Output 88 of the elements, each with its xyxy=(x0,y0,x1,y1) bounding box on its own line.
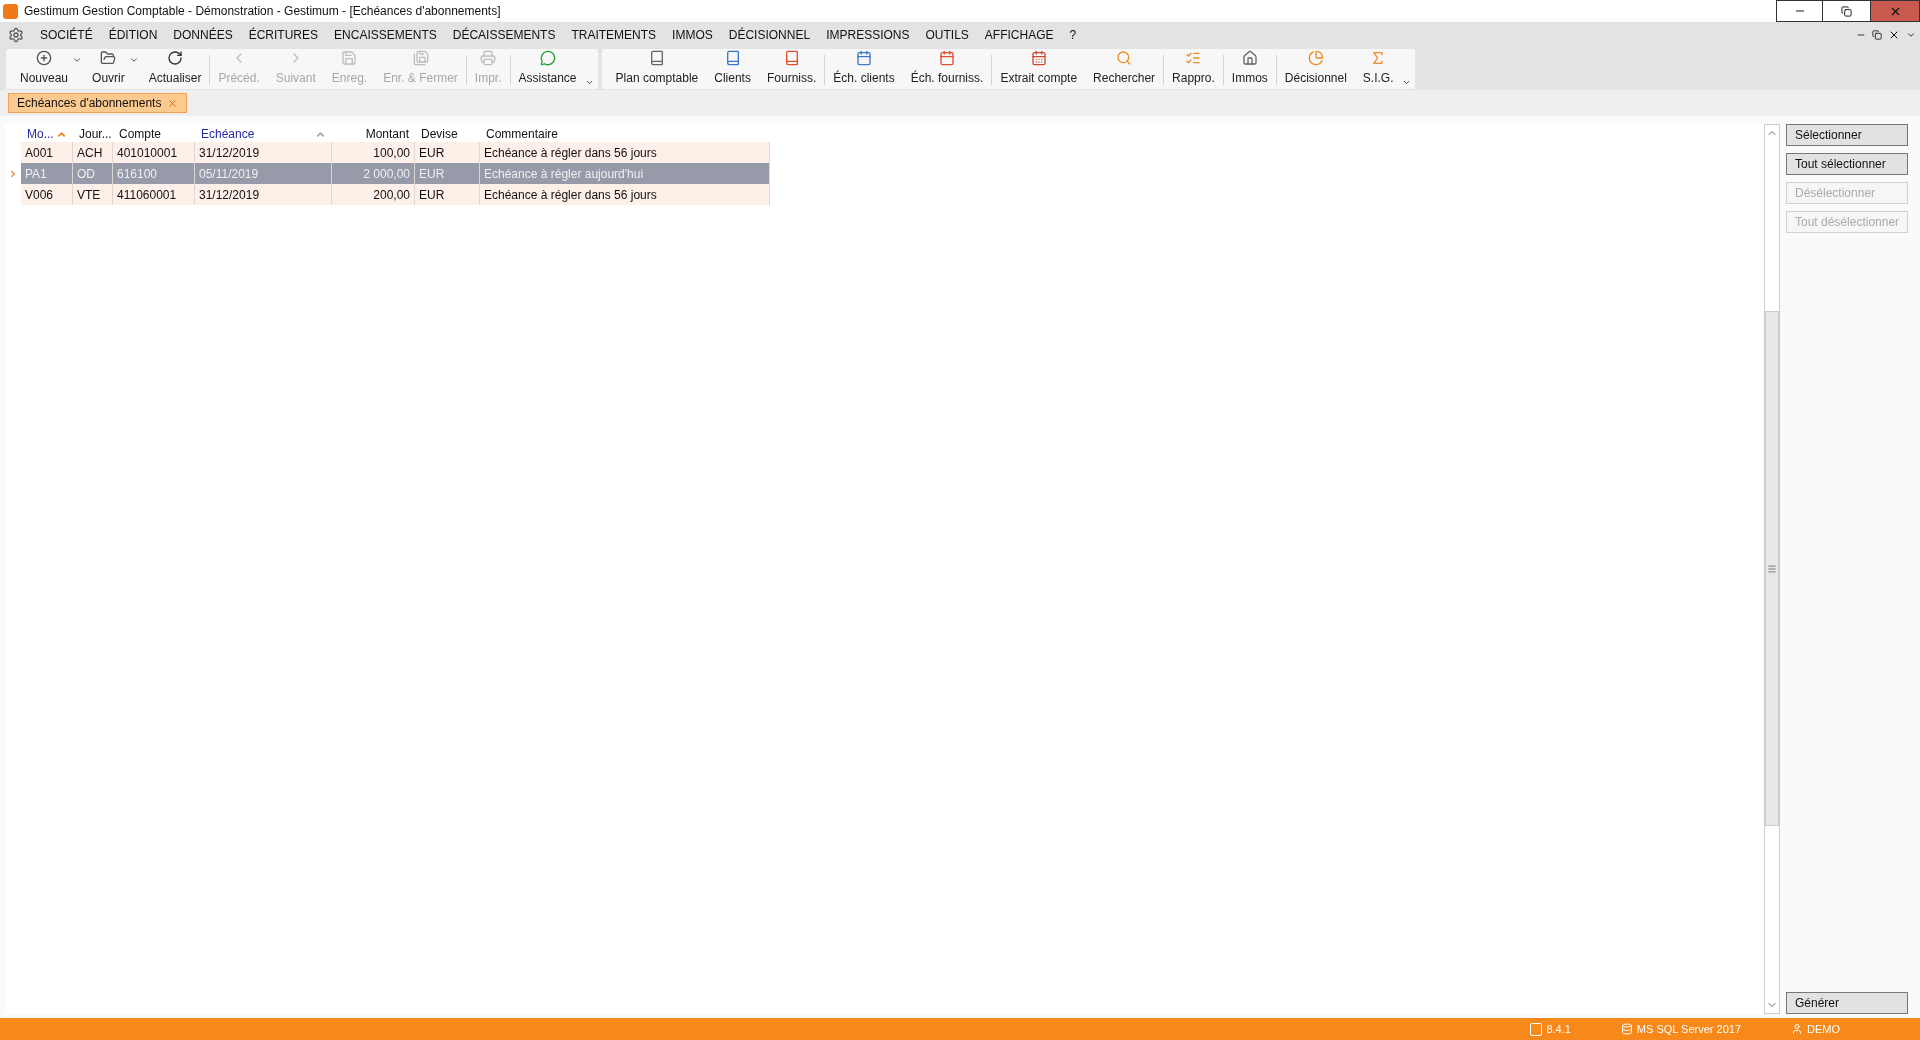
menu-item[interactable]: DÉCISIONNEL xyxy=(720,26,819,44)
dropdown-caret-icon[interactable] xyxy=(128,55,139,65)
toolbar-button[interactable]: Éch. clients xyxy=(825,49,903,89)
side-button[interactable]: Tout sélectionner xyxy=(1786,153,1908,175)
toolbar-button[interactable]: Actualiser xyxy=(140,49,210,89)
toolbar-button[interactable]: Clients xyxy=(706,49,759,89)
database-label: MS SQL Server 2017 xyxy=(1636,1021,1741,1037)
table-cell: 31/12/2019 xyxy=(195,184,332,205)
menu-item[interactable]: IMMOS xyxy=(664,26,721,44)
minimize-button[interactable] xyxy=(1776,0,1823,22)
menu-item[interactable]: ENCAISSEMENTS xyxy=(326,26,445,44)
column-header[interactable]: Montant xyxy=(332,125,415,143)
toolbar-button[interactable]: Décisionnel xyxy=(1276,49,1355,89)
menu-item[interactable]: OUTILS xyxy=(917,26,977,44)
gear-icon[interactable] xyxy=(8,27,24,43)
toolbar-button[interactable]: Rappro. xyxy=(1164,49,1223,89)
close-icon[interactable] xyxy=(167,97,179,109)
house-icon xyxy=(1241,50,1258,66)
folder-icon xyxy=(100,50,117,66)
grip-icon xyxy=(1767,563,1777,574)
column-header[interactable]: Jour... xyxy=(73,125,113,143)
menu-item[interactable]: SOCIÉTÉ xyxy=(32,26,101,44)
app-logo-icon xyxy=(3,3,18,19)
app-logo-icon xyxy=(1530,1022,1543,1036)
menu-item[interactable]: ÉCRITURES xyxy=(240,26,327,44)
table-cell: 200,00 xyxy=(332,184,415,205)
user-label: DEMO xyxy=(1807,1021,1840,1037)
toolbar-button[interactable]: Extrait compte xyxy=(992,49,1086,89)
document-tab[interactable]: Echéances d'abonnements xyxy=(8,93,188,113)
calendar-icon xyxy=(1030,50,1047,66)
vertical-scrollbar[interactable] xyxy=(1764,124,1780,1014)
side-button[interactable]: Sélectionner xyxy=(1786,124,1908,146)
save-icon xyxy=(341,50,358,66)
toolbar-button[interactable]: S.I.G. xyxy=(1354,49,1402,89)
calendar-icon xyxy=(856,50,872,66)
plus-circle-icon xyxy=(36,50,52,66)
save-check-icon xyxy=(412,50,429,66)
search-icon xyxy=(1116,50,1133,66)
toolbar-button[interactable]: Assistance xyxy=(510,49,585,89)
window-title: Gestimum Gestion Comptable - Démonstration - Gestimum - [Echéances d'abonnements] xyxy=(24,3,502,20)
book-icon xyxy=(783,50,800,66)
overflow-caret-icon[interactable] xyxy=(1906,30,1916,40)
table-cell: EUR xyxy=(415,184,480,205)
table-cell: Echéance à régler dans 56 jours xyxy=(480,184,770,205)
menu-item[interactable]: ÉDITION xyxy=(100,26,166,44)
menu-item[interactable]: DONNÉES xyxy=(165,26,241,44)
column-header[interactable]: Echéance xyxy=(195,125,332,143)
toolbar-button[interactable]: Fourniss. xyxy=(758,49,825,89)
table-cell: VTE xyxy=(73,184,113,205)
refresh-icon xyxy=(167,50,184,66)
toolbar-button[interactable]: Rechercher xyxy=(1085,49,1164,89)
toolbar-button[interactable]: Éch. fourniss. xyxy=(902,49,992,89)
menu-item[interactable]: AFFICHAGE xyxy=(976,26,1062,44)
menu-item[interactable]: IMPRESSIONS xyxy=(818,26,918,44)
printer-icon xyxy=(480,50,497,66)
table-cell: 411060001 xyxy=(113,184,195,205)
mdi-close-icon[interactable] xyxy=(1888,29,1900,41)
user-icon xyxy=(1791,1023,1803,1035)
restore-icon xyxy=(1841,5,1852,17)
mdi-restore-icon[interactable] xyxy=(1872,30,1882,40)
database-icon xyxy=(1620,1023,1633,1035)
column-header[interactable]: Commentaire xyxy=(480,125,770,143)
toolbar-overflow-icon[interactable] xyxy=(584,78,594,87)
book-icon xyxy=(724,50,741,66)
generate-button[interactable]: Générer xyxy=(1786,992,1908,1014)
dropdown-caret-icon[interactable] xyxy=(72,55,83,65)
table-row[interactable]: V006 VTE 411060001 31/12/2019 200,00 EUR Echéance à régler dans 56 jours xyxy=(21,184,770,205)
pie-chart-icon xyxy=(1307,50,1324,66)
toolbar-overflow-icon[interactable] xyxy=(1401,78,1411,87)
menu-item[interactable]: TRAITEMENTS xyxy=(563,26,665,44)
chat-bubble-icon xyxy=(539,50,556,66)
toolbar-button[interactable]: Nouveau xyxy=(12,49,77,89)
table-cell: V006 xyxy=(21,184,73,205)
current-row-icon xyxy=(8,168,18,179)
menu-item[interactable]: ? xyxy=(1061,26,1085,44)
scrollbar-thumb[interactable] xyxy=(1765,311,1779,826)
menu-item[interactable]: DÉCAISSEMENTS xyxy=(444,26,564,44)
toolbar-button[interactable]: Immos xyxy=(1223,49,1276,89)
toolbar-button[interactable]: Plan comptable xyxy=(607,49,707,89)
column-header[interactable]: Devise xyxy=(415,125,480,143)
column-header[interactable]: Mo... xyxy=(21,125,73,143)
column-header[interactable]: Compte xyxy=(113,125,195,143)
calendar-icon xyxy=(939,50,955,66)
checklist-icon xyxy=(1185,50,1202,66)
toolbar-button[interactable]: Ouvrir xyxy=(84,49,133,89)
book-icon xyxy=(648,50,665,66)
table-row[interactable]: A001 ACH 401010001 31/12/2019 100,00 EUR Echéance à régler dans 56 jours xyxy=(21,142,770,163)
version-label: 8.4.1 xyxy=(1546,1021,1571,1037)
